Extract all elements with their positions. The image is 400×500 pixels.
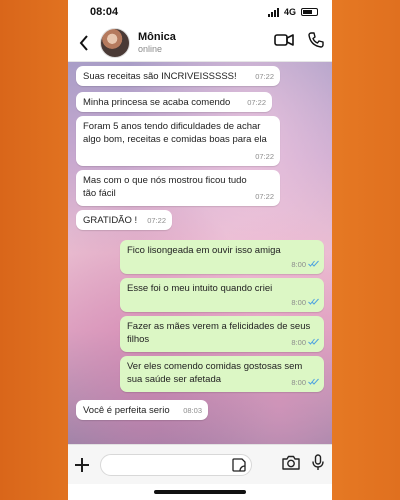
plus-icon[interactable]: [74, 457, 90, 473]
message-time: 8:00: [291, 298, 306, 307]
contact-status: online: [138, 43, 163, 54]
message-bubble[interactable]: Fico lisongeada em ouvir isso amiga 8:00: [120, 240, 324, 274]
status-time: 08:04: [90, 6, 119, 18]
message-composer: [68, 444, 332, 484]
header-actions: [274, 32, 324, 53]
message-text: Minha princesa se acaba comendo: [83, 97, 231, 108]
message-time: 07:22: [255, 192, 274, 201]
read-receipt-icon: [308, 336, 319, 349]
message-bubble[interactable]: GRATIDÃO ! 07:22: [76, 210, 172, 230]
message-bubble[interactable]: Foram 5 anos tendo dificuldades de achar…: [76, 116, 280, 166]
avatar[interactable]: [100, 27, 130, 58]
message-text: Fico lisongeada em ouvir isso amiga: [127, 245, 281, 256]
video-call-icon[interactable]: [274, 33, 294, 52]
message-text: Você é perfeita serio: [83, 405, 170, 416]
chat-area[interactable]: Suas receitas são INCRIVEISSSSS! 07:22 M…: [68, 62, 332, 444]
message-bubble[interactable]: Minha princesa se acaba comendo 07:22: [76, 92, 272, 112]
back-icon[interactable]: [74, 31, 94, 55]
message-text: Ver eles comendo comidas gostosas sem su…: [127, 361, 303, 385]
phone-screen: 08:04 4G Mônica online Suas receitas são…: [68, 0, 332, 500]
message-time: 8:00: [291, 260, 306, 269]
signal-icon: [267, 7, 279, 17]
message-text: Mas com o que nós mostrou ficou tudo tão…: [83, 175, 247, 199]
sticker-icon[interactable]: [232, 457, 246, 477]
contact-info[interactable]: Mônica online: [138, 31, 176, 54]
message-time: 07:22: [147, 216, 166, 225]
message-time: 8:00: [291, 338, 306, 347]
contact-name: Mônica: [138, 31, 176, 43]
message-bubble[interactable]: Ver eles comendo comidas gostosas sem su…: [120, 356, 324, 392]
camera-icon[interactable]: [282, 455, 300, 475]
network-label: 4G: [283, 7, 296, 17]
home-indicator[interactable]: [154, 490, 246, 494]
message-text: Suas receitas são INCRIVEISSSSS!: [83, 71, 237, 82]
status-indicators: 4G: [267, 7, 318, 17]
message-bubble[interactable]: Fazer as mães verem a felicidades de seu…: [120, 316, 324, 352]
message-text: Fazer as mães verem a felicidades de seu…: [127, 321, 311, 345]
message-input[interactable]: [100, 453, 252, 477]
message-bubble[interactable]: Mas com o que nós mostrou ficou tudo tão…: [76, 170, 280, 206]
phone-call-icon[interactable]: [308, 32, 324, 53]
read-receipt-icon: [308, 296, 319, 309]
message-time: 07:22: [255, 152, 274, 161]
message-time: 07:22: [255, 72, 274, 81]
message-bubble[interactable]: Esse foi o meu intuito quando criei 8:00: [120, 278, 324, 312]
message-text: Foram 5 anos tendo dificuldades de achar…: [83, 121, 267, 145]
chat-header: Mônica online: [68, 24, 332, 62]
message-time: 07:22: [247, 98, 266, 107]
message-bubble[interactable]: Suas receitas são INCRIVEISSSSS! 07:22: [76, 66, 280, 86]
microphone-icon[interactable]: [312, 453, 324, 476]
read-receipt-icon: [308, 258, 319, 271]
message-time: 8:00: [291, 378, 306, 387]
read-receipt-icon: [308, 376, 319, 389]
composer-actions: [282, 453, 324, 476]
message-bubble[interactable]: Você é perfeita serio 08:03: [76, 400, 208, 420]
message-time: 08:03: [183, 406, 202, 415]
message-text: GRATIDÃO !: [83, 215, 138, 226]
message-text: Esse foi o meu intuito quando criei: [127, 283, 273, 294]
battery-icon: [301, 8, 318, 16]
status-bar: 08:04 4G: [68, 0, 332, 24]
